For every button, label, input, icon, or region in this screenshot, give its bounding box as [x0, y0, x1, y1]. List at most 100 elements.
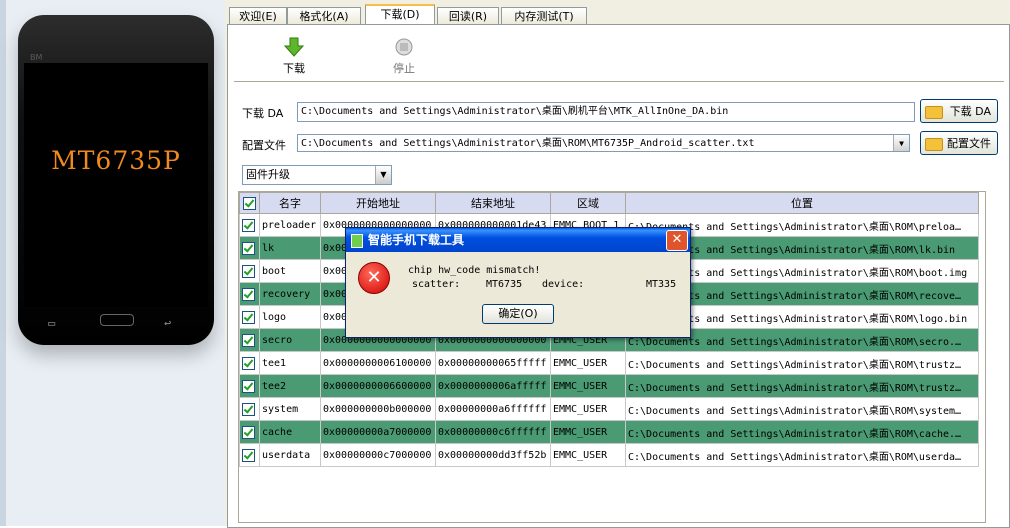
- column-header-end[interactable]: 结束地址: [435, 192, 551, 214]
- tab-bar: 欢迎(E) 格式化(A) 下载(D) 回读(R) 内存测试(T): [225, 4, 1010, 26]
- row-checkbox[interactable]: [239, 213, 260, 237]
- phone-brand: BM: [30, 53, 43, 62]
- table-row[interactable]: userdata 0x00000000c7000000 0x00000000dd3f…: [239, 443, 979, 467]
- download-button[interactable]: 下载: [274, 37, 314, 76]
- region: EMMC_USER: [550, 351, 626, 375]
- device-panel: BM MT6735P ▭ ↩: [0, 0, 225, 526]
- region: EMMC_USER: [550, 397, 626, 421]
- close-icon[interactable]: ✕: [666, 230, 688, 251]
- tab-memory-test[interactable]: 内存测试(T): [501, 7, 587, 25]
- back-key-icon: ↩: [164, 316, 172, 330]
- error-icon: ✕: [358, 262, 390, 294]
- scatter-label: scatter:: [412, 279, 461, 290]
- start-address: 0x000000000b000000: [320, 397, 436, 421]
- chevron-down-icon[interactable]: ▼: [375, 166, 391, 184]
- device-chip: MT335: [646, 279, 677, 290]
- home-key-icon: [100, 314, 134, 326]
- download-arrow-icon: [283, 37, 305, 57]
- end-address: 0x00000000dd3ff52b: [435, 443, 551, 467]
- config-path-value: C:\Documents and Settings\Administrator\…: [301, 138, 755, 149]
- partition-name: secro: [259, 328, 321, 352]
- download-da-label: 下载 DA: [242, 107, 284, 120]
- partition-name: tee1: [259, 351, 321, 375]
- ok-button[interactable]: 确定(O): [482, 304, 554, 324]
- toolbar: 下载 停止: [234, 33, 1004, 82]
- download-da-button[interactable]: 下载 DA: [920, 99, 998, 123]
- column-header-start[interactable]: 开始地址: [320, 192, 436, 214]
- start-address: 0x0000000006600000: [320, 374, 436, 398]
- end-address: 0x00000000a6ffffff: [435, 397, 551, 421]
- partition-name: system: [259, 397, 321, 421]
- chevron-down-icon[interactable]: ▼: [893, 135, 909, 151]
- tab-format[interactable]: 格式化(A): [287, 7, 361, 25]
- row-checkbox[interactable]: [239, 351, 260, 375]
- stop-button[interactable]: 停止: [384, 37, 424, 76]
- config-button[interactable]: 配置文件: [920, 131, 998, 155]
- partition-name: recovery: [259, 282, 321, 306]
- file-location[interactable]: C:\Documents and Settings\Administrator\…: [625, 420, 979, 444]
- row-checkbox[interactable]: [239, 259, 260, 283]
- config-label: 配置文件: [242, 139, 286, 152]
- table-row[interactable]: tee2 0x0000000006600000 0x0000000006afffff…: [239, 374, 979, 398]
- phone-keys: ▭ ↩: [18, 311, 214, 333]
- phone-screen: [24, 63, 208, 307]
- partition-name: tee2: [259, 374, 321, 398]
- column-header-region[interactable]: 区域: [550, 192, 626, 214]
- region: EMMC_USER: [550, 374, 626, 398]
- tab-readback[interactable]: 回读(R): [437, 7, 499, 25]
- end-address: 0x00000000065fffff: [435, 351, 551, 375]
- mode-select-value: 固件升级: [246, 168, 290, 181]
- row-checkbox[interactable]: [239, 282, 260, 306]
- config-path-combo[interactable]: C:\Documents and Settings\Administrator\…: [297, 134, 910, 152]
- error-dialog: 智能手机下载工具 ✕ ✕ chip hw_code mismatch! scat…: [345, 227, 691, 338]
- tab-welcome[interactable]: 欢迎(E): [229, 7, 287, 25]
- dialog-title: 智能手机下载工具: [368, 233, 465, 247]
- partition-name: cache: [259, 420, 321, 444]
- start-address: 0x00000000c7000000: [320, 443, 436, 467]
- file-location[interactable]: C:\Documents and Settings\Administrator\…: [625, 397, 979, 421]
- file-location[interactable]: C:\Documents and Settings\Administrator\…: [625, 443, 979, 467]
- menu-key-icon: ▭: [48, 316, 56, 330]
- region: EMMC_USER: [550, 443, 626, 467]
- partition-name: userdata: [259, 443, 321, 467]
- device-label: device:: [542, 279, 585, 290]
- partition-name: lk: [259, 236, 321, 260]
- table-row[interactable]: system 0x000000000b000000 0x00000000a6ffff…: [239, 397, 979, 421]
- config-button-label: 配置文件: [947, 137, 991, 150]
- row-checkbox[interactable]: [239, 328, 260, 352]
- table-header: 名字 开始地址 结束地址 区域 位置: [239, 192, 979, 214]
- download-button-label: 下载: [283, 62, 305, 75]
- download-da-path[interactable]: C:\Documents and Settings\Administrator\…: [297, 102, 915, 122]
- phone-model-label: MT6735P: [51, 146, 181, 175]
- stop-icon: [395, 38, 413, 56]
- row-checkbox[interactable]: [239, 305, 260, 329]
- mode-select[interactable]: 固件升级 ▼: [242, 165, 392, 185]
- download-da-button-label: 下载 DA: [949, 105, 991, 118]
- column-header-name[interactable]: 名字: [259, 192, 321, 214]
- file-location[interactable]: C:\Documents and Settings\Administrator\…: [625, 374, 979, 398]
- end-address: 0x00000000c6ffffff: [435, 420, 551, 444]
- dialog-titlebar[interactable]: 智能手机下载工具 ✕: [346, 228, 690, 252]
- panel-edge: [0, 0, 6, 526]
- select-all-checkbox[interactable]: [239, 192, 260, 214]
- table-row[interactable]: tee1 0x0000000006100000 0x00000000065fffff…: [239, 351, 979, 375]
- stop-button-label: 停止: [393, 62, 415, 75]
- partition-name: boot: [259, 259, 321, 283]
- app-icon: [351, 234, 363, 248]
- table-row[interactable]: cache 0x00000000a7000000 0x00000000c6fffff…: [239, 420, 979, 444]
- partition-name: preloader: [259, 213, 321, 237]
- row-checkbox[interactable]: [239, 420, 260, 444]
- row-checkbox[interactable]: [239, 236, 260, 260]
- column-header-location[interactable]: 位置: [625, 192, 979, 214]
- tab-download[interactable]: 下载(D): [365, 4, 435, 26]
- row-checkbox[interactable]: [239, 443, 260, 467]
- row-checkbox[interactable]: [239, 397, 260, 421]
- start-address: 0x00000000a7000000: [320, 420, 436, 444]
- dialog-message: chip hw_code mismatch!: [408, 265, 541, 276]
- folder-icon: [925, 106, 943, 119]
- start-address: 0x0000000006100000: [320, 351, 436, 375]
- phone-image: BM MT6735P ▭ ↩: [18, 15, 214, 345]
- folder-icon: [925, 138, 943, 151]
- row-checkbox[interactable]: [239, 374, 260, 398]
- file-location[interactable]: C:\Documents and Settings\Administrator\…: [625, 351, 979, 375]
